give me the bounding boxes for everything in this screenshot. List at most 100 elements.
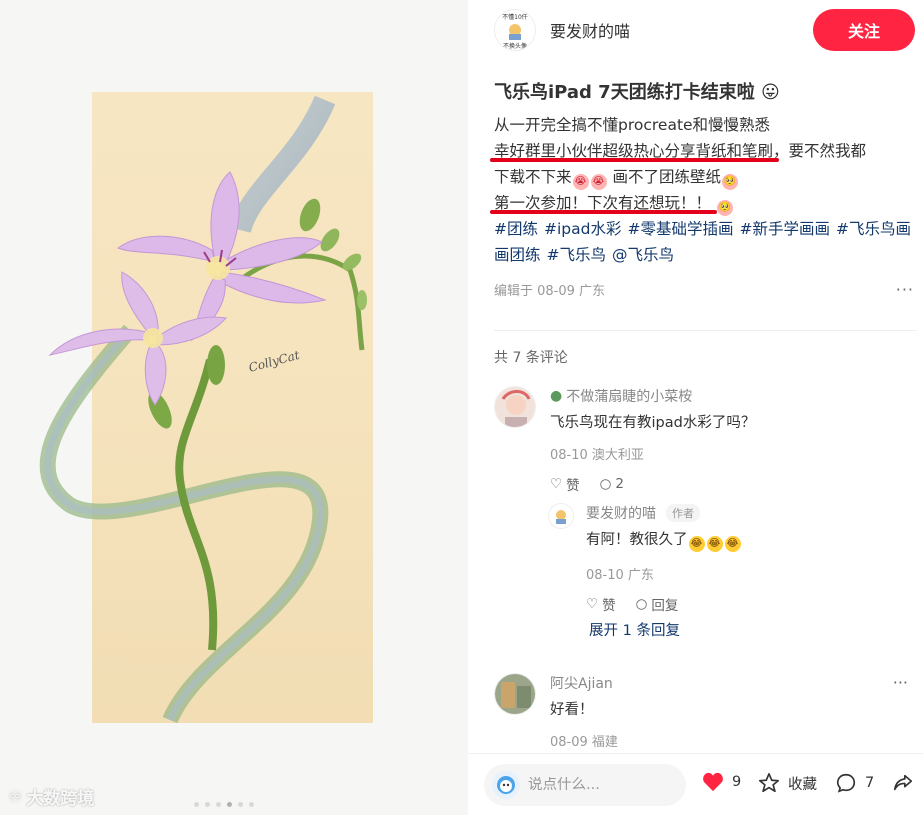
note-title-text: 飞乐鸟iPad 7天团练打卡结束啦 xyxy=(494,82,755,103)
commenter-avatar[interactable] xyxy=(494,386,536,428)
commenter-avatar-icon xyxy=(495,674,535,714)
comment-bubble-icon: ○ xyxy=(635,596,648,612)
author-badge: 作者 xyxy=(666,504,700,522)
author-avatar-icon: 不懂10仟 不换头像 xyxy=(502,13,528,50)
pager-dot[interactable] xyxy=(194,802,199,807)
collect-label: 收藏 xyxy=(788,776,817,793)
comment-count-bottom: 7 xyxy=(865,775,875,791)
tag-link[interactable]: #团练 xyxy=(494,220,538,238)
reply-author-name[interactable]: 要发财的喵 xyxy=(586,503,656,523)
more-options-icon[interactable]: ··· xyxy=(893,673,908,692)
reply-actions: ♡ 赞 ○ 回复 xyxy=(586,594,916,614)
underlined-text: 幸好群里小伙伴超级热心分享背纸和笔刷 xyxy=(494,142,774,160)
note-line: 从一开完全搞不懂procreate和慢慢熟悉 xyxy=(494,116,771,134)
share-button[interactable] xyxy=(892,772,914,794)
like-button[interactable]: ♡ 赞 xyxy=(550,474,580,494)
divider xyxy=(494,330,917,331)
reply-count: 2 xyxy=(615,476,624,492)
collect-button[interactable]: 收藏 xyxy=(758,772,817,794)
more-options-icon[interactable]: ··· xyxy=(896,280,914,299)
comment-item: ··· 阿尖Ajian 好看！ 08-09 福建 xyxy=(494,673,916,750)
comment-meta: 08-09 福建 xyxy=(550,735,618,750)
crying-emoji-icon: 😭 xyxy=(572,174,589,190)
reply-item: 要发财的喵 作者 有阿！教很久了 😂 😂 😂 08-10 广东 ♡ 赞 ○ 回复 xyxy=(548,503,916,614)
heart-outline-icon: ♡ xyxy=(550,476,563,492)
star-outline-icon xyxy=(759,773,779,793)
author-name[interactable]: 要发财的喵 xyxy=(550,18,630,42)
expand-replies-link[interactable]: 展开 1 条回复 xyxy=(589,619,680,640)
reply-button[interactable]: ○ 回复 xyxy=(636,594,679,614)
reply-name-row: 要发财的喵 作者 xyxy=(586,503,916,523)
reply-text-row: 有阿！教很久了 😂 😂 😂 xyxy=(586,528,916,552)
commenter-name[interactable]: 阿尖Ajian xyxy=(550,673,613,693)
commenter-name-row: 阿尖Ajian xyxy=(550,673,916,693)
note-detail-page: CollyCat ♾ 大数跨境 不懂10仟 不换头像 要发财的喵 关注 飞乐鸟i… xyxy=(0,0,923,815)
pager-dot[interactable] xyxy=(238,802,243,807)
reply-label: 回复 xyxy=(651,598,679,614)
comment-body: ● 不做蒲扇睫的小菜桉 飞乐鸟现在有教ipad水彩了吗？ 08-10 澳大利亚 … xyxy=(550,386,916,494)
avatar-caption-bottom: 不换头像 xyxy=(503,42,527,50)
commenter-name[interactable]: 不做蒲扇睫的小菜桉 xyxy=(566,386,692,406)
comment-meta: 08-10 澳大利亚 xyxy=(550,448,644,463)
note-line: 幸好群里小伙伴超级热心分享背纸和笔刷，要不然我都 xyxy=(494,138,914,164)
reply-meta: 08-10 广东 xyxy=(586,568,654,583)
pager-dot[interactable] xyxy=(216,802,221,807)
comment-text: 飞乐鸟现在有教ipad水彩了吗？ xyxy=(550,415,756,431)
comment-bubble-icon: ○ xyxy=(599,476,612,492)
commenter-name-row: ● 不做蒲扇睫的小菜桉 xyxy=(550,386,916,406)
laughing-emoji-icon: 😂 xyxy=(688,536,705,552)
note-meta: 编辑于 08-09 广东 ··· xyxy=(494,280,914,299)
note-line: 下载不下来 😭 😭 画不了团练壁纸 🥺 xyxy=(494,164,914,190)
note-line-text: 下载不下来 xyxy=(494,168,572,186)
reply-button[interactable]: ○ 2 xyxy=(600,476,624,492)
tag-link[interactable]: #新手学画画 xyxy=(739,220,830,238)
commenter-avatar[interactable] xyxy=(494,673,536,715)
comment-count: 共 7 条评论 xyxy=(494,350,568,366)
author-avatar[interactable]: 不懂10仟 不换头像 xyxy=(494,9,536,51)
watermark: ♾ 大数跨境 xyxy=(8,784,94,809)
title-emoji-icon: 😛 xyxy=(760,82,780,103)
pager-dot-active[interactable] xyxy=(227,802,232,807)
follow-button[interactable]: 关注 xyxy=(813,9,915,51)
watermark-logo-icon: ♾ xyxy=(8,787,23,806)
note-content: 飞乐鸟iPad 7天团练打卡结束啦 😛 从一开完全搞不懂procreate和慢慢… xyxy=(494,76,914,299)
comment-button[interactable]: 7 xyxy=(835,772,874,794)
leaf-icon: ● xyxy=(550,388,563,404)
note-image-pane[interactable]: CollyCat ♾ 大数跨境 xyxy=(0,0,468,815)
comment-input-box[interactable] xyxy=(484,764,686,806)
like-note-button[interactable]: 9 xyxy=(702,772,741,792)
heart-filled-icon xyxy=(703,772,723,792)
like-label: 赞 xyxy=(602,598,616,614)
pager-dot[interactable] xyxy=(205,802,210,807)
avatar-caption-top: 不懂10仟 xyxy=(502,13,528,21)
note-line-rest: 画不了团练壁纸 xyxy=(612,168,721,186)
mention-link[interactable]: @飞乐鸟 xyxy=(612,246,674,264)
heart-outline-icon: ♡ xyxy=(586,596,599,612)
comment-item: ● 不做蒲扇睫的小菜桉 飞乐鸟现在有教ipad水彩了吗？ 08-10 澳大利亚 … xyxy=(494,386,916,494)
comment-bubble-icon xyxy=(836,773,856,793)
tag-link[interactable]: #飞乐鸟 xyxy=(547,246,607,264)
tag-list: #团练 #ipad水彩 #零基础学插画 #新手学画画 #飞乐鸟画画团练 #飞乐鸟 @飞乐鸟 xyxy=(494,216,914,268)
note-edited-date: 编辑于 08-09 广东 xyxy=(494,284,606,299)
reply-author-avatar[interactable] xyxy=(548,503,574,529)
tag-link[interactable]: #ipad水彩 xyxy=(544,220,621,238)
comment-body: 阿尖Ajian 好看！ 08-09 福建 xyxy=(550,673,916,750)
underlined-text: 第一次参加！下次有还想玩！！ xyxy=(494,194,712,212)
user-avatar-icon xyxy=(492,771,520,799)
image-pager-dots[interactable] xyxy=(194,802,254,807)
like-label: 赞 xyxy=(566,478,580,494)
comment-text: 好看！ xyxy=(550,702,594,718)
tag-link[interactable]: #零基础学插画 xyxy=(627,220,733,238)
watermark-text: 大数跨境 xyxy=(26,789,95,809)
comment-actions: ♡ 赞 ○ 2 xyxy=(550,474,916,494)
reply-body: 要发财的喵 作者 有阿！教很久了 😂 😂 😂 08-10 广东 ♡ 赞 ○ 回复 xyxy=(586,503,916,614)
note-line-rest: ，要不然我都 xyxy=(773,142,867,160)
pleading-emoji-icon: 🥺 xyxy=(716,200,733,216)
comment-input[interactable] xyxy=(528,777,678,793)
laughing-emoji-icon: 😂 xyxy=(706,536,723,552)
pager-dot[interactable] xyxy=(249,802,254,807)
bottom-action-bar: 9 收藏 7 xyxy=(468,753,923,815)
author-info[interactable]: 不懂10仟 不换头像 要发财的喵 xyxy=(494,9,630,51)
like-button[interactable]: ♡ 赞 xyxy=(586,594,616,614)
reply-avatar-icon xyxy=(556,510,566,524)
